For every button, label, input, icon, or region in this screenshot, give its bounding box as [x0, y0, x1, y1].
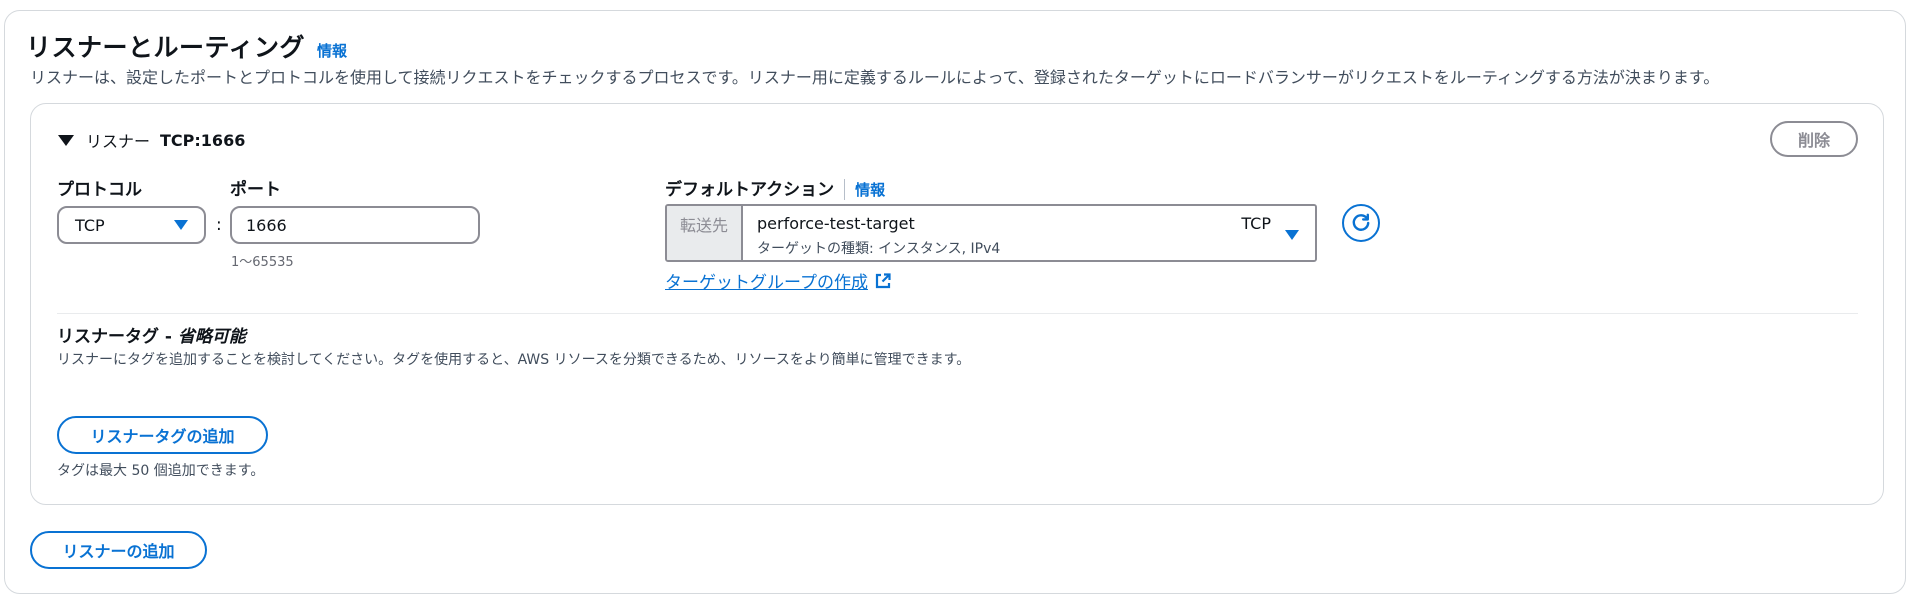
- default-action-label: デフォルトアクション: [665, 180, 835, 200]
- target-group-protocol: TCP: [1241, 214, 1271, 233]
- listener-prefix: リスナー: [86, 132, 151, 151]
- external-link-icon: [874, 272, 892, 290]
- create-target-group-label: ターゲットグループの作成: [665, 273, 868, 293]
- listener-tags-title-text: リスナータグ -: [57, 327, 178, 347]
- protocol-port-separator: :: [216, 215, 222, 235]
- triangle-down-icon: [1285, 230, 1299, 240]
- port-input[interactable]: 1666: [230, 206, 480, 244]
- listener-tags-description: リスナーにタグを追加することを検討してください。タグを使用すると、AWS リソー…: [57, 352, 971, 368]
- section-description: リスナーは、設定したポートとプロトコルを使用して接続リクエストをチェックするプロ…: [30, 68, 1720, 87]
- tags-limit-hint: タグは最大 50 個追加できます。: [57, 463, 265, 479]
- listener-container: [30, 103, 1884, 505]
- target-group-subtitle: ターゲットの種類: インスタンス, IPv4: [757, 241, 1001, 257]
- forward-to-addon: 転送先: [667, 206, 743, 260]
- target-group-select[interactable]: perforce-test-target ターゲットの種類: インスタンス, I…: [743, 206, 1315, 260]
- target-group-name: perforce-test-target: [757, 214, 915, 233]
- refresh-button[interactable]: [1342, 204, 1380, 242]
- port-label: ポート: [230, 180, 281, 200]
- default-action-header: デフォルトアクション 情報: [665, 175, 885, 200]
- default-action-info-link[interactable]: 情報: [844, 179, 885, 200]
- create-target-group-link[interactable]: ターゲットグループの作成: [665, 268, 892, 293]
- protocol-label: プロトコル: [57, 180, 142, 200]
- refresh-icon: [1352, 213, 1370, 231]
- protocol-select-value: TCP: [75, 215, 105, 235]
- default-action-field: 転送先 perforce-test-target ターゲットの種類: インスタン…: [665, 204, 1317, 262]
- triangle-down-icon: [174, 220, 188, 230]
- add-listener-button[interactable]: リスナーの追加: [30, 531, 207, 569]
- section-header: リスナーとルーティング 情報: [26, 28, 347, 64]
- listener-expand-toggle[interactable]: リスナー TCP:1666: [58, 128, 245, 152]
- port-hint: 1〜65535: [231, 255, 294, 270]
- protocol-select[interactable]: TCP: [57, 206, 206, 244]
- caret-down-filled-icon: [58, 134, 74, 146]
- section-info-link[interactable]: 情報: [317, 40, 347, 61]
- add-listener-tag-button[interactable]: リスナータグの追加: [57, 416, 268, 454]
- listener-tags-optional: 省略可能: [177, 327, 246, 347]
- listener-tags-title: リスナータグ - 省略可能: [57, 322, 246, 347]
- delete-listener-button[interactable]: 削除: [1770, 121, 1858, 157]
- section-title: リスナーとルーティング: [26, 33, 306, 62]
- listener-name: TCP:1666: [160, 130, 246, 150]
- section-divider: [57, 313, 1858, 314]
